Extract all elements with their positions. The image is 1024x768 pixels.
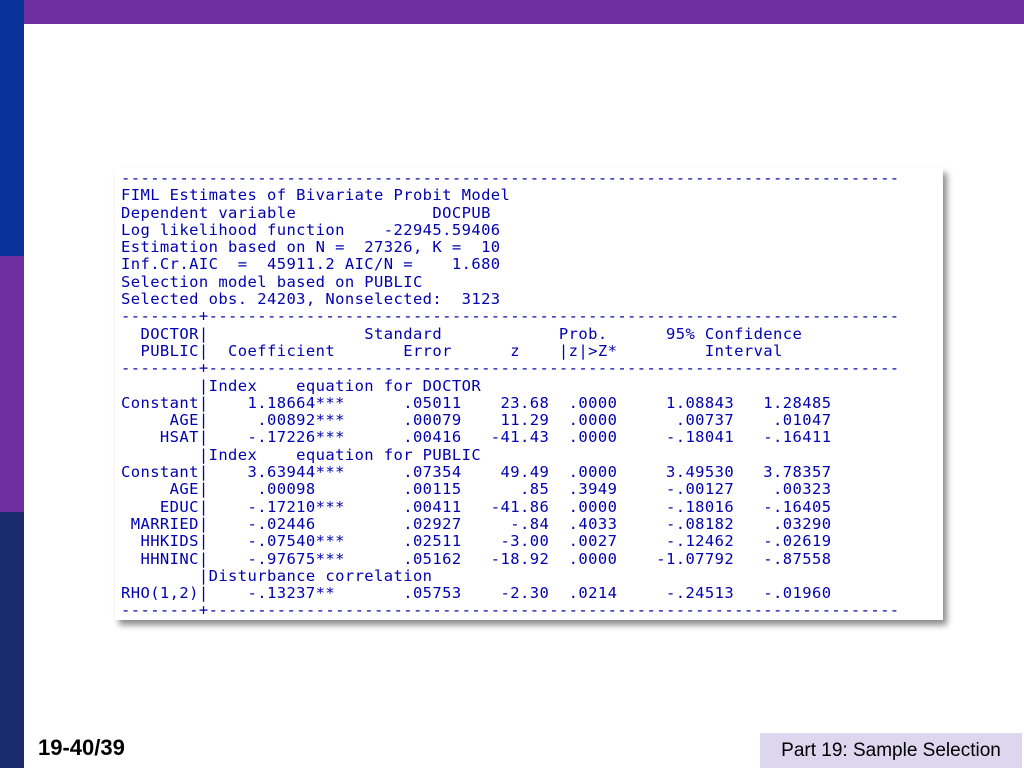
log-likelihood-line: Log likelihood function -22945.59406: [121, 220, 501, 239]
footer-section-label: Part 19: Sample Selection: [760, 733, 1022, 768]
column-header-line: PUBLIC| Coefficient Error z |z|>Z* Inter…: [121, 341, 783, 360]
table-row: Constant| 1.18664*** .05011 23.68 .0000 …: [121, 393, 832, 412]
selected-obs-line: Selected obs. 24203, Nonselected: 3123: [121, 290, 501, 309]
column-header-line: DOCTOR| Standard Prob. 95% Confidence: [121, 324, 803, 343]
dependent-variable-line: Dependent variable DOCPUB: [121, 203, 491, 222]
section-header-disturbance: |Disturbance correlation: [121, 566, 433, 585]
estimation-sample-line: Estimation based on N = 27326, K = 10: [121, 238, 501, 257]
table-row: HHKIDS| -.07540*** .02511 -3.00 .0027 -.…: [121, 532, 832, 551]
side-accent-strip-middle: [0, 256, 24, 512]
table-row: HHNINC| -.97675*** .05162 -18.92 .0000 -…: [121, 549, 832, 568]
estimation-output-text: ----------------------------------------…: [121, 169, 900, 620]
section-header-doctor: |Index equation for DOCTOR: [121, 376, 482, 395]
aic-line: Inf.Cr.AIC = 45911.2 AIC/N = 1.680: [121, 255, 501, 274]
estimation-output-panel: ----------------------------------------…: [115, 168, 943, 620]
table-row: MARRIED| -.02446 .02927 -.84 .4033 -.081…: [121, 514, 832, 533]
page-number: 19-40/39: [38, 735, 125, 760]
table-row: AGE| .00098 .00115 .85 .3949 -.00127 .00…: [121, 480, 832, 499]
separator-rule: --------+-------------------------------…: [121, 359, 900, 378]
table-row: EDUC| -.17210*** .00411 -41.86 .0000 -.1…: [121, 497, 832, 516]
side-accent-strip-top: [0, 0, 24, 256]
section-header-public: |Index equation for PUBLIC: [121, 445, 482, 464]
side-accent-strip-bottom: [0, 512, 24, 768]
model-title-line: FIML Estimates of Bivariate Probit Model: [121, 186, 511, 205]
top-accent-bar: [0, 0, 1024, 24]
separator-rule: --------+-------------------------------…: [121, 601, 900, 620]
table-row: RHO(1,2)| -.13237** .05753 -2.30 .0214 -…: [121, 584, 832, 603]
table-row: HSAT| -.17226*** .00416 -41.43 .0000 -.1…: [121, 428, 832, 447]
separator-rule: ----------------------------------------…: [121, 169, 900, 187]
separator-rule: --------+-------------------------------…: [121, 307, 900, 326]
selection-model-line: Selection model based on PUBLIC: [121, 272, 423, 291]
table-row: AGE| .00892*** .00079 11.29 .0000 .00737…: [121, 411, 832, 430]
table-row: Constant| 3.63944*** .07354 49.49 .0000 …: [121, 463, 832, 482]
